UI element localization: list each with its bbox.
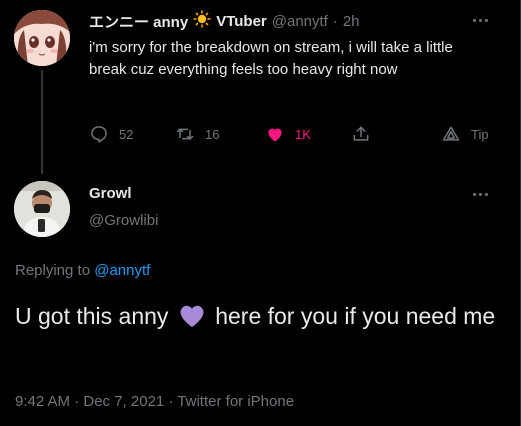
reply-text-end: here for you if you need me bbox=[215, 303, 496, 329]
retweet-icon bbox=[176, 128, 194, 140]
replying-to: Replying to @annytf bbox=[15, 262, 150, 279]
thread-connector-line bbox=[41, 70, 43, 174]
avatar-growlibi[interactable] bbox=[14, 181, 70, 237]
reply-text: U got this anny here for you if you need… bbox=[15, 299, 505, 333]
purple-heart-emoji-icon bbox=[179, 303, 205, 327]
sun-emoji-icon bbox=[193, 10, 211, 33]
tweet-time[interactable]: 2h bbox=[343, 13, 360, 30]
tweet-thread: エンニー anny VTuber @annytf · 2h i'm sorry … bbox=[0, 0, 521, 426]
like-icon bbox=[268, 128, 282, 142]
replying-to-handle[interactable]: @annytf bbox=[94, 262, 150, 279]
replying-to-label: Replying to bbox=[15, 262, 91, 279]
reply-button[interactable]: 52 bbox=[89, 124, 133, 144]
author-handle[interactable]: @annytf bbox=[272, 13, 328, 30]
reply-author-handle[interactable]: @Growlibi bbox=[89, 212, 158, 229]
tip-button[interactable]: Tip bbox=[441, 124, 489, 144]
reply-author-name[interactable]: Growl bbox=[89, 185, 132, 202]
tip-icon bbox=[442, 126, 460, 141]
like-button[interactable]: 1K bbox=[265, 124, 311, 144]
separator-dot: · bbox=[332, 13, 338, 30]
retweet-button[interactable]: 16 bbox=[175, 124, 219, 144]
like-count: 1K bbox=[295, 126, 311, 142]
more-icon[interactable] bbox=[471, 12, 489, 30]
reply-count: 52 bbox=[119, 126, 134, 142]
reply-icon bbox=[91, 126, 107, 143]
author-suffix[interactable]: VTuber bbox=[216, 13, 267, 30]
share-button[interactable] bbox=[351, 124, 371, 144]
share-icon bbox=[353, 126, 369, 141]
avatar-annytf[interactable] bbox=[14, 10, 70, 66]
tip-label: Tip bbox=[471, 126, 489, 142]
tweet-actions: 52 16 1K Tip bbox=[89, 124, 499, 152]
tweet-header: エンニー anny VTuber @annytf · 2h bbox=[89, 10, 360, 33]
tweet-timestamp[interactable]: 9:42 AM · Dec 7, 2021 · Twitter for iPho… bbox=[15, 393, 294, 410]
retweet-count: 16 bbox=[205, 126, 220, 142]
reply-text-start: U got this anny bbox=[15, 303, 169, 329]
reply-more-icon[interactable] bbox=[471, 186, 489, 204]
author-name[interactable]: エンニー anny bbox=[89, 11, 188, 32]
tweet-text: i'm sorry for the breakdown on stream, i… bbox=[89, 39, 453, 78]
